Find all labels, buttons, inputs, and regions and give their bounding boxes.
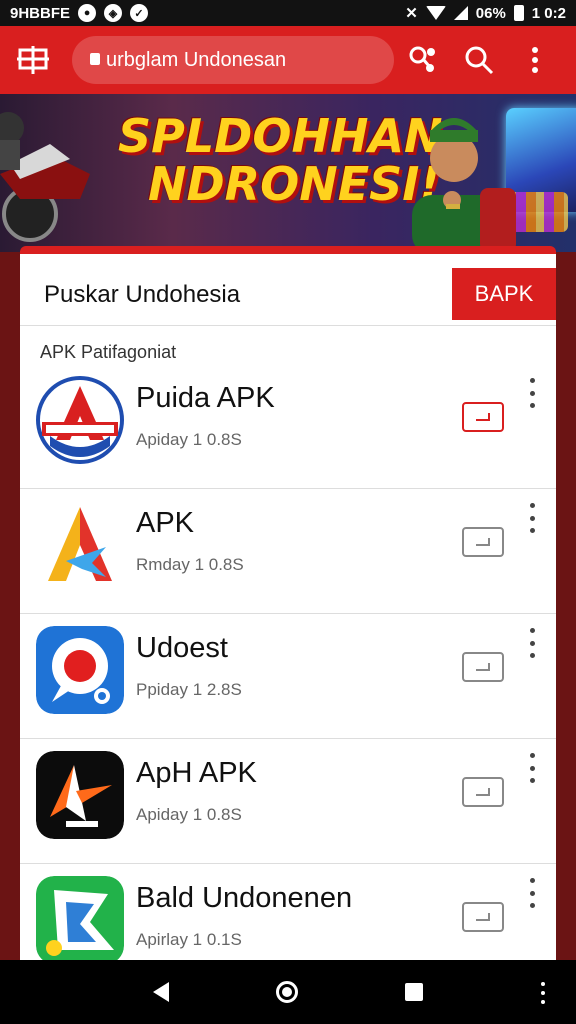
- app-name: Puida APK: [136, 382, 275, 414]
- download-button[interactable]: [462, 777, 504, 807]
- status-bar: 9HBBFE ● ◈ ✓ ✕ 06% 1 0:2: [0, 0, 576, 26]
- yellow-red-jet-a-icon: [36, 501, 124, 589]
- green-white-a-icon: [36, 876, 124, 960]
- gallery-notification-icon: ◈: [104, 4, 123, 22]
- app-meta: Ppiday 1 2.8S: [136, 680, 242, 699]
- share-button[interactable]: [406, 43, 440, 77]
- apk-sheet: Puskar Undohesia BAPK APK Patifagoniat P…: [20, 246, 556, 960]
- app-meta: Apirlay 1 0.1S: [136, 930, 242, 949]
- download-icon: [476, 413, 490, 421]
- download-icon: [476, 538, 490, 546]
- mute-icon: ✕: [405, 5, 418, 22]
- app-list: Puida APK Apiday 1 0.8S APK Rmday 1 0.8S: [20, 364, 556, 960]
- left-backdrop: [0, 252, 22, 960]
- app-more-button[interactable]: [522, 378, 542, 408]
- download-icon: [476, 663, 490, 671]
- sheet-title: Puskar Undohesia: [44, 280, 241, 308]
- more-vert-icon: [532, 47, 538, 73]
- promo-banner[interactable]: SPLDOHHAN NDRONESI!: [0, 94, 576, 252]
- download-button[interactable]: [462, 527, 504, 557]
- url-text: urbglam Undonesan: [106, 48, 287, 71]
- app-name: Bald Undonenen: [136, 882, 353, 914]
- download-button[interactable]: [462, 402, 504, 432]
- app-more-button[interactable]: [522, 753, 542, 783]
- wifi-icon: [425, 6, 446, 20]
- banner-line-2: NDRONESI!: [148, 157, 441, 212]
- download-button[interactable]: [462, 902, 504, 932]
- app-row[interactable]: Udoest Ppiday 1 2.8S: [20, 614, 556, 739]
- app-meta: Rmday 1 0.8S: [136, 555, 244, 574]
- download-icon: [476, 788, 490, 796]
- app-meta: Apiday 1 0.8S: [136, 805, 242, 824]
- lock-icon: [90, 53, 100, 65]
- app-row[interactable]: APK Rmday 1 0.8S: [20, 489, 556, 614]
- app-name: Udoest: [136, 632, 228, 664]
- red-blue-a-logo-icon: [36, 376, 124, 464]
- motorcycle-image: [0, 112, 90, 242]
- sheet-drag-handle[interactable]: [258, 256, 346, 262]
- app-more-button[interactable]: [522, 503, 542, 533]
- notification-app-icon: ●: [78, 4, 97, 22]
- right-backdrop: [554, 252, 576, 960]
- overflow-menu-button[interactable]: [518, 43, 552, 77]
- banner-line-1: SPLDOHHAN: [118, 109, 443, 163]
- black-orange-a-icon: [36, 751, 124, 839]
- download-icon: [476, 913, 490, 921]
- app-meta: Apiday 1 0.8S: [136, 430, 242, 449]
- tabs-icon[interactable]: [16, 43, 50, 77]
- blue-red-sun-icon: [36, 626, 124, 714]
- download-button[interactable]: [462, 652, 504, 682]
- apk-action-button[interactable]: BAPK: [452, 267, 556, 320]
- sheet-header: Puskar Undohesia BAPK: [20, 264, 556, 326]
- battery-icon: [513, 5, 524, 21]
- battery-text: 06%: [475, 4, 506, 22]
- presenter-image: [412, 118, 516, 252]
- browser-toolbar: urbglam Undonesan: [0, 26, 576, 94]
- banner-headline: SPLDOHHAN NDRONESI!: [118, 109, 443, 212]
- check-notification-icon: ✓: [130, 4, 149, 22]
- clock: 1 0:2: [531, 4, 566, 22]
- status-right: ✕ 06% 1 0:2: [405, 4, 566, 23]
- search-button[interactable]: [462, 43, 496, 77]
- app-row[interactable]: Bald Undonenen Apirlay 1 0.1S: [20, 864, 556, 960]
- app-more-button[interactable]: [522, 628, 542, 658]
- system-nav-bar: [0, 960, 576, 1024]
- app-row[interactable]: ApH APK Apiday 1 0.8S: [20, 739, 556, 864]
- nav-more-icon[interactable]: [540, 982, 546, 1004]
- share-icon: [409, 46, 435, 72]
- app-name: APK: [136, 507, 195, 539]
- back-icon[interactable]: [153, 982, 170, 1002]
- status-left-text: 9HBBFE: [10, 4, 71, 22]
- app-row[interactable]: Puida APK Apiday 1 0.8S: [20, 364, 556, 489]
- app-more-button[interactable]: [522, 878, 542, 908]
- home-icon[interactable]: [275, 981, 298, 1003]
- status-left: 9HBBFE ● ◈ ✓: [10, 4, 149, 22]
- section-label: APK Patifagoniat: [40, 342, 177, 362]
- app-name: ApH APK: [136, 757, 257, 789]
- search-icon: [465, 46, 494, 75]
- address-bar[interactable]: urbglam Undonesan: [72, 36, 394, 84]
- signal-icon: [453, 6, 468, 20]
- recents-icon[interactable]: [404, 983, 423, 1001]
